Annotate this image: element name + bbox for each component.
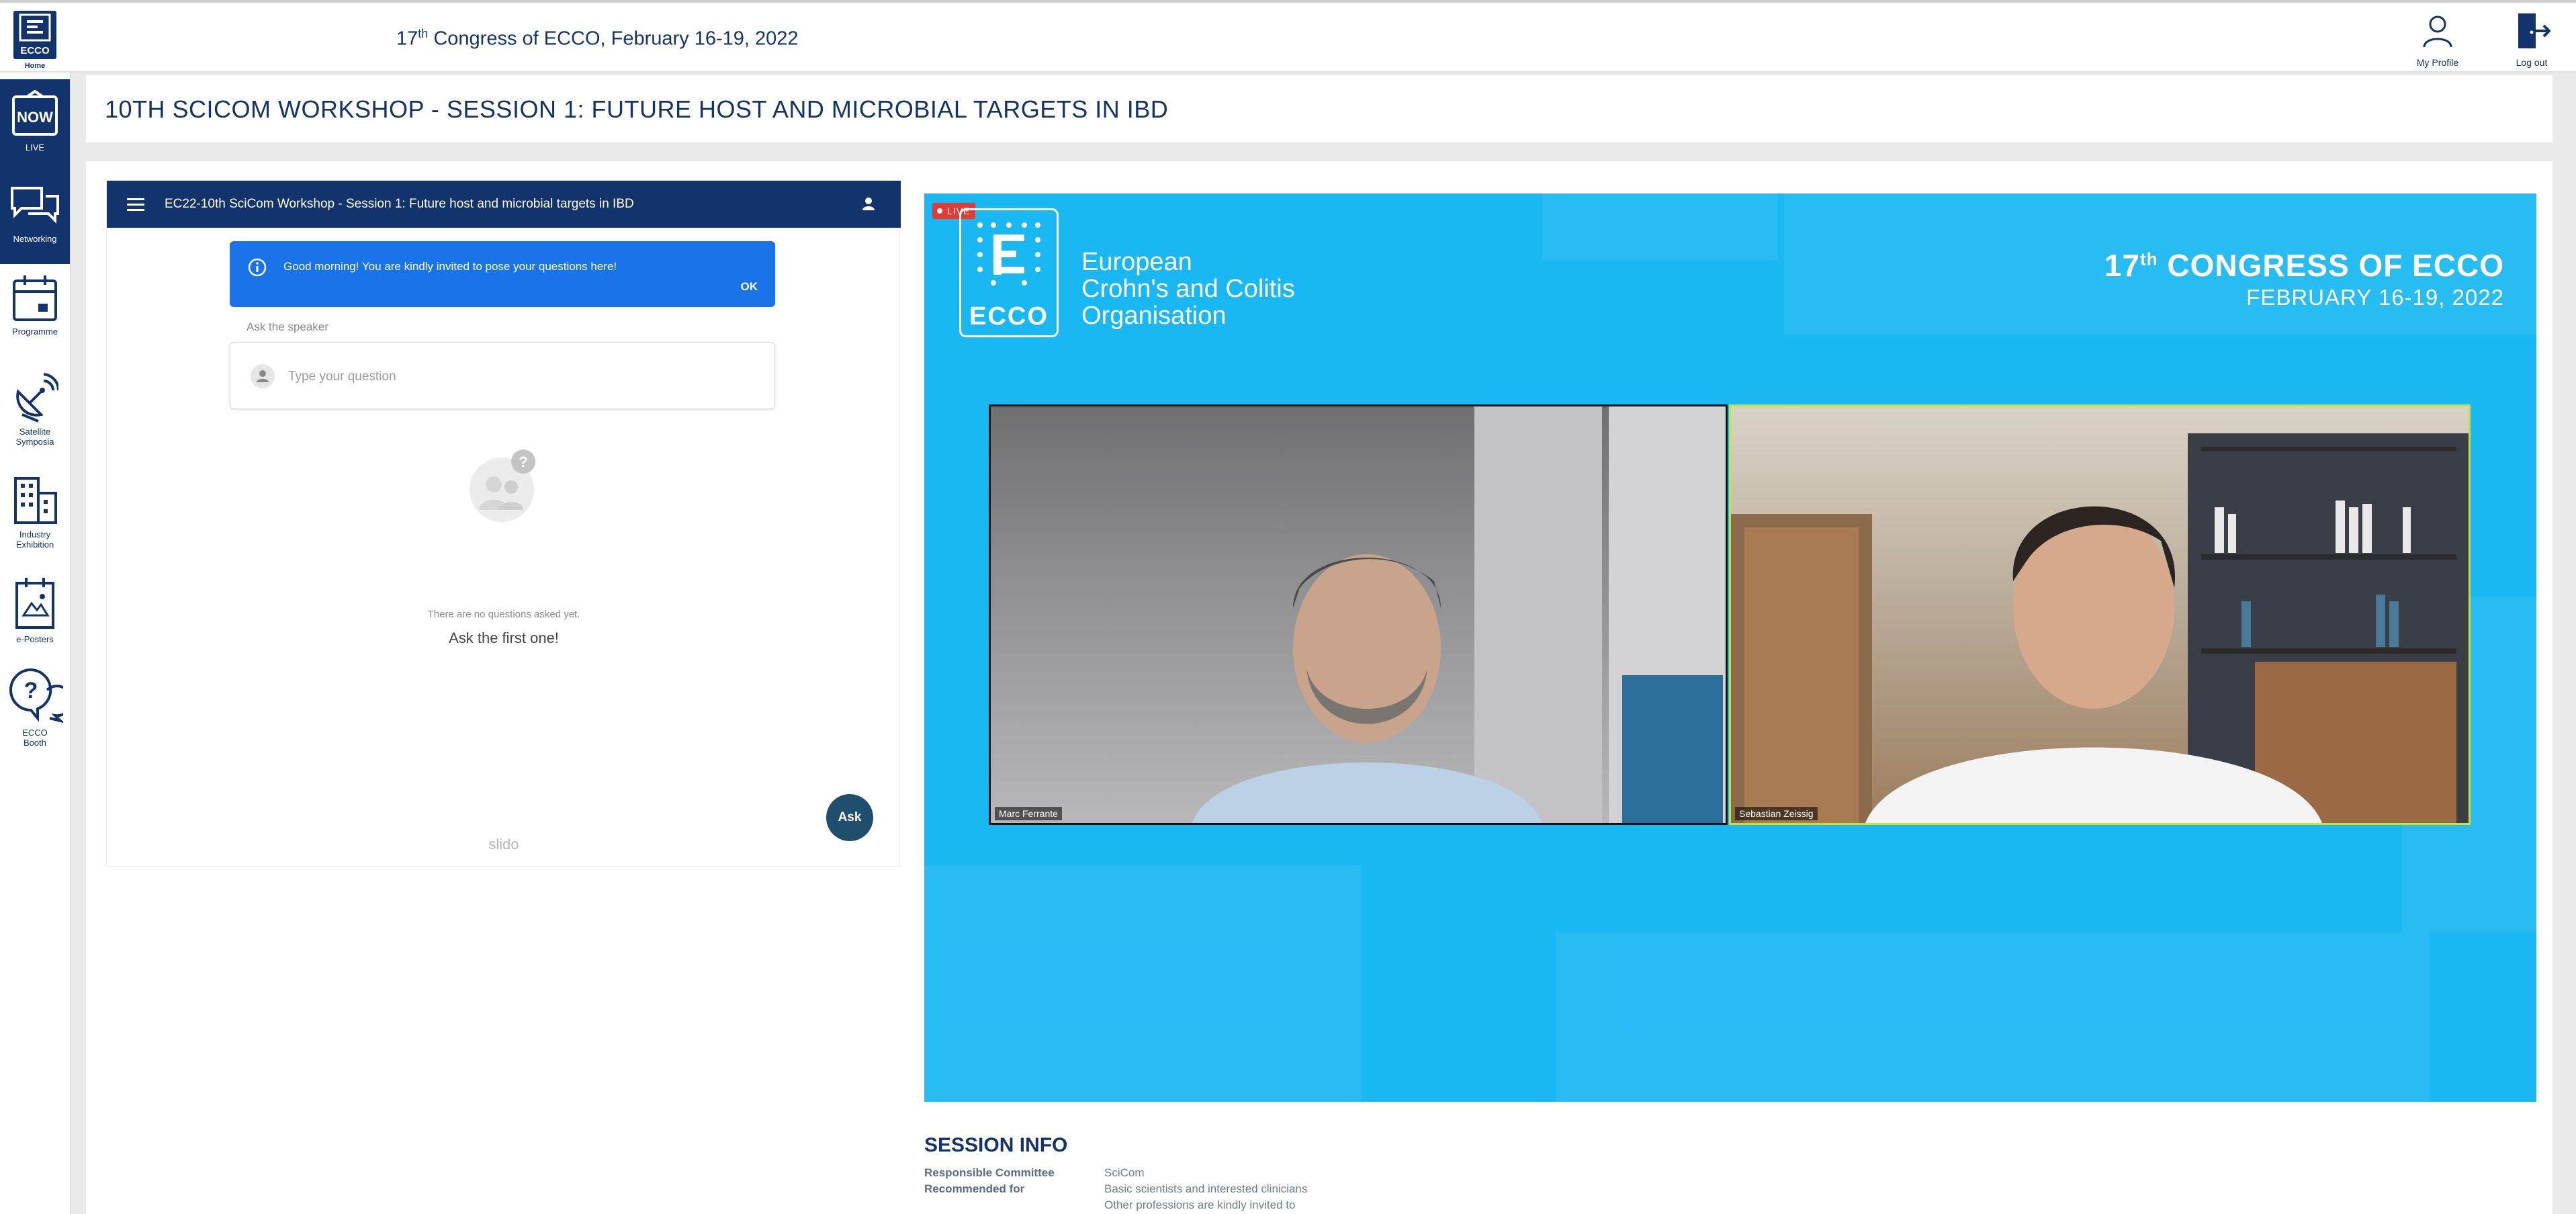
ask-the-speaker-label: Ask the speaker [247,320,328,333]
sidebar-item-label: Programme [12,327,58,337]
congress-title: 17th Congress of ECCO, February 16-19, 2… [396,27,799,50]
top-header: ECCO Home 17th Congress of ECCO, Februar… [0,0,2576,73]
background-shape [924,865,1361,1102]
session-info-title: SESSION INFO [924,1134,1068,1156]
speaker-video-tile: Marc Ferrante [989,404,1728,825]
background-shape [1556,933,2429,1102]
ask-button[interactable]: Ask [826,794,873,841]
slido-header: EC22-10th SciCom Workshop - Session 1: F… [107,181,901,228]
org-name-line3: Organisation [1081,302,1227,330]
sidebar-item-label-line1: ECCO [22,728,48,738]
sidebar-item-label: LIVE [25,142,45,153]
sidebar-item-e-posters[interactable]: e-Posters [0,576,70,644]
info-value-responsible-committee: SciCom [1104,1166,1145,1179]
congress-banner-dates: FEBRUARY 16-19, 2022 [2246,285,2504,310]
user-icon[interactable] [862,197,875,212]
organisation-name: European Crohn's and Colitis Organisatio… [1081,249,1295,329]
banner-ok-button[interactable]: OK [741,280,758,294]
sidebar-item-satellite-symposia[interactable]: Satellite Symposia [0,372,70,447]
congress-banner-title: 17th CONGRESS OF ECCO [2104,248,2504,283]
speaker-video-tile: Sebastian Zeissig [1729,404,2471,825]
hamburger-menu-icon[interactable] [127,197,144,212]
ecco-logo-text: ECCO [969,302,1049,331]
sidebar-item-ecco-booth[interactable]: ? ECCO Booth [0,667,70,748]
info-value-extra-line: Other professions are kindly invited to [1104,1199,1296,1211]
calendar-icon [13,275,57,321]
sidebar-item-label-line2: Symposia [15,437,54,447]
logout-icon [2518,13,2551,48]
home-label[interactable]: Home [13,62,56,70]
help-chat-icon: ? [9,668,63,724]
info-label-responsible-committee: Responsible Committee [924,1166,1055,1179]
svg-text:NOW: NOW [17,109,53,126]
welcome-banner-text: Good morning! You are kindly invited to … [283,260,617,273]
page-title: 10TH SCICOM WORKSHOP - SESSION 1: FUTURE… [105,95,1169,123]
org-name-line2: Crohn's and Colitis [1081,275,1295,303]
svg-text:ECCO: ECCO [20,45,50,56]
background-shape [1542,193,1777,261]
sidebar-item-live[interactable]: NOW LIVE [0,79,70,167]
svg-text:?: ? [519,453,527,470]
empty-state-text: There are no questions asked yet. [427,609,580,620]
sidebar-item-label-line2: Booth [24,738,46,748]
avatar [251,364,275,388]
page-title-card: 10TH SCICOM WORKSHOP - SESSION 1: FUTURE… [86,75,2552,142]
building-icon [14,477,57,524]
session-main-card: EC22-10th SciCom Workshop - Session 1: F… [86,161,2552,1214]
speaker-name: Sebastian Zeissig [1735,807,1818,820]
info-label-recommended-for: Recommended for [924,1182,1025,1195]
live-video-player[interactable]: LIVE ECCO European Crohn's and Colitis O… [924,193,2536,1102]
welcome-banner: Good morning! You are kindly invited to … [230,241,775,307]
svg-text:?: ? [24,678,38,703]
poster-icon [15,578,54,629]
question-box[interactable] [230,342,775,409]
sidebar-item-label: Networking [13,234,57,244]
chat-icon [11,187,59,224]
no-questions-illustration-icon: ? [470,449,535,522]
my-profile-button[interactable]: My Profile [2401,12,2475,68]
question-input[interactable] [287,363,760,391]
left-sidebar: NOW LIVE Networking Programme Satellite … [0,73,71,1214]
info-icon [248,258,267,277]
ecco-stream-logo: ECCO [959,208,1059,337]
speaker-video-frame [1192,406,1726,823]
org-name-line1: European [1081,248,1192,276]
congress-banner: 17th CONGRESS OF ECCO FEBRUARY 16-19, 20… [2104,247,2504,310]
sidebar-item-label-line1: Satellite [19,427,51,437]
ecco-logo-icon [977,222,1040,286]
logout-button[interactable]: Log out [2495,12,2569,68]
ecco-home-logo[interactable]: ECCO [13,11,56,59]
logout-label: Log out [2516,57,2548,68]
sidebar-item-networking[interactable]: Networking [0,167,70,264]
my-profile-label: My Profile [2416,57,2459,68]
now-icon: NOW [12,90,58,136]
sidebar-item-label-line2: Exhibition [15,539,54,550]
sidebar-item-industry-exhibition[interactable]: Industry Exhibition [0,476,70,550]
sidebar-item-label: e-Posters [16,634,54,644]
sidebar-item-programme[interactable]: Programme [0,274,70,337]
user-icon [2423,15,2452,48]
ecco-logo-icon: ECCO [19,13,51,56]
empty-state-cta: Ask the first one! [449,630,559,646]
user-icon [257,370,269,382]
info-value-recommended-for: Basic scientists and interested clinicia… [1104,1182,1308,1195]
slido-qa-panel: EC22-10th SciCom Workshop - Session 1: F… [106,180,901,867]
speaker-video-frame [1731,433,2469,823]
slido-logo: slido [488,836,519,853]
speaker-name: Marc Ferrante [995,807,1062,820]
sidebar-item-label-line1: Industry [19,529,51,539]
slido-event-title: EC22-10th SciCom Workshop - Session 1: F… [165,197,634,211]
satellite-icon [16,373,58,423]
